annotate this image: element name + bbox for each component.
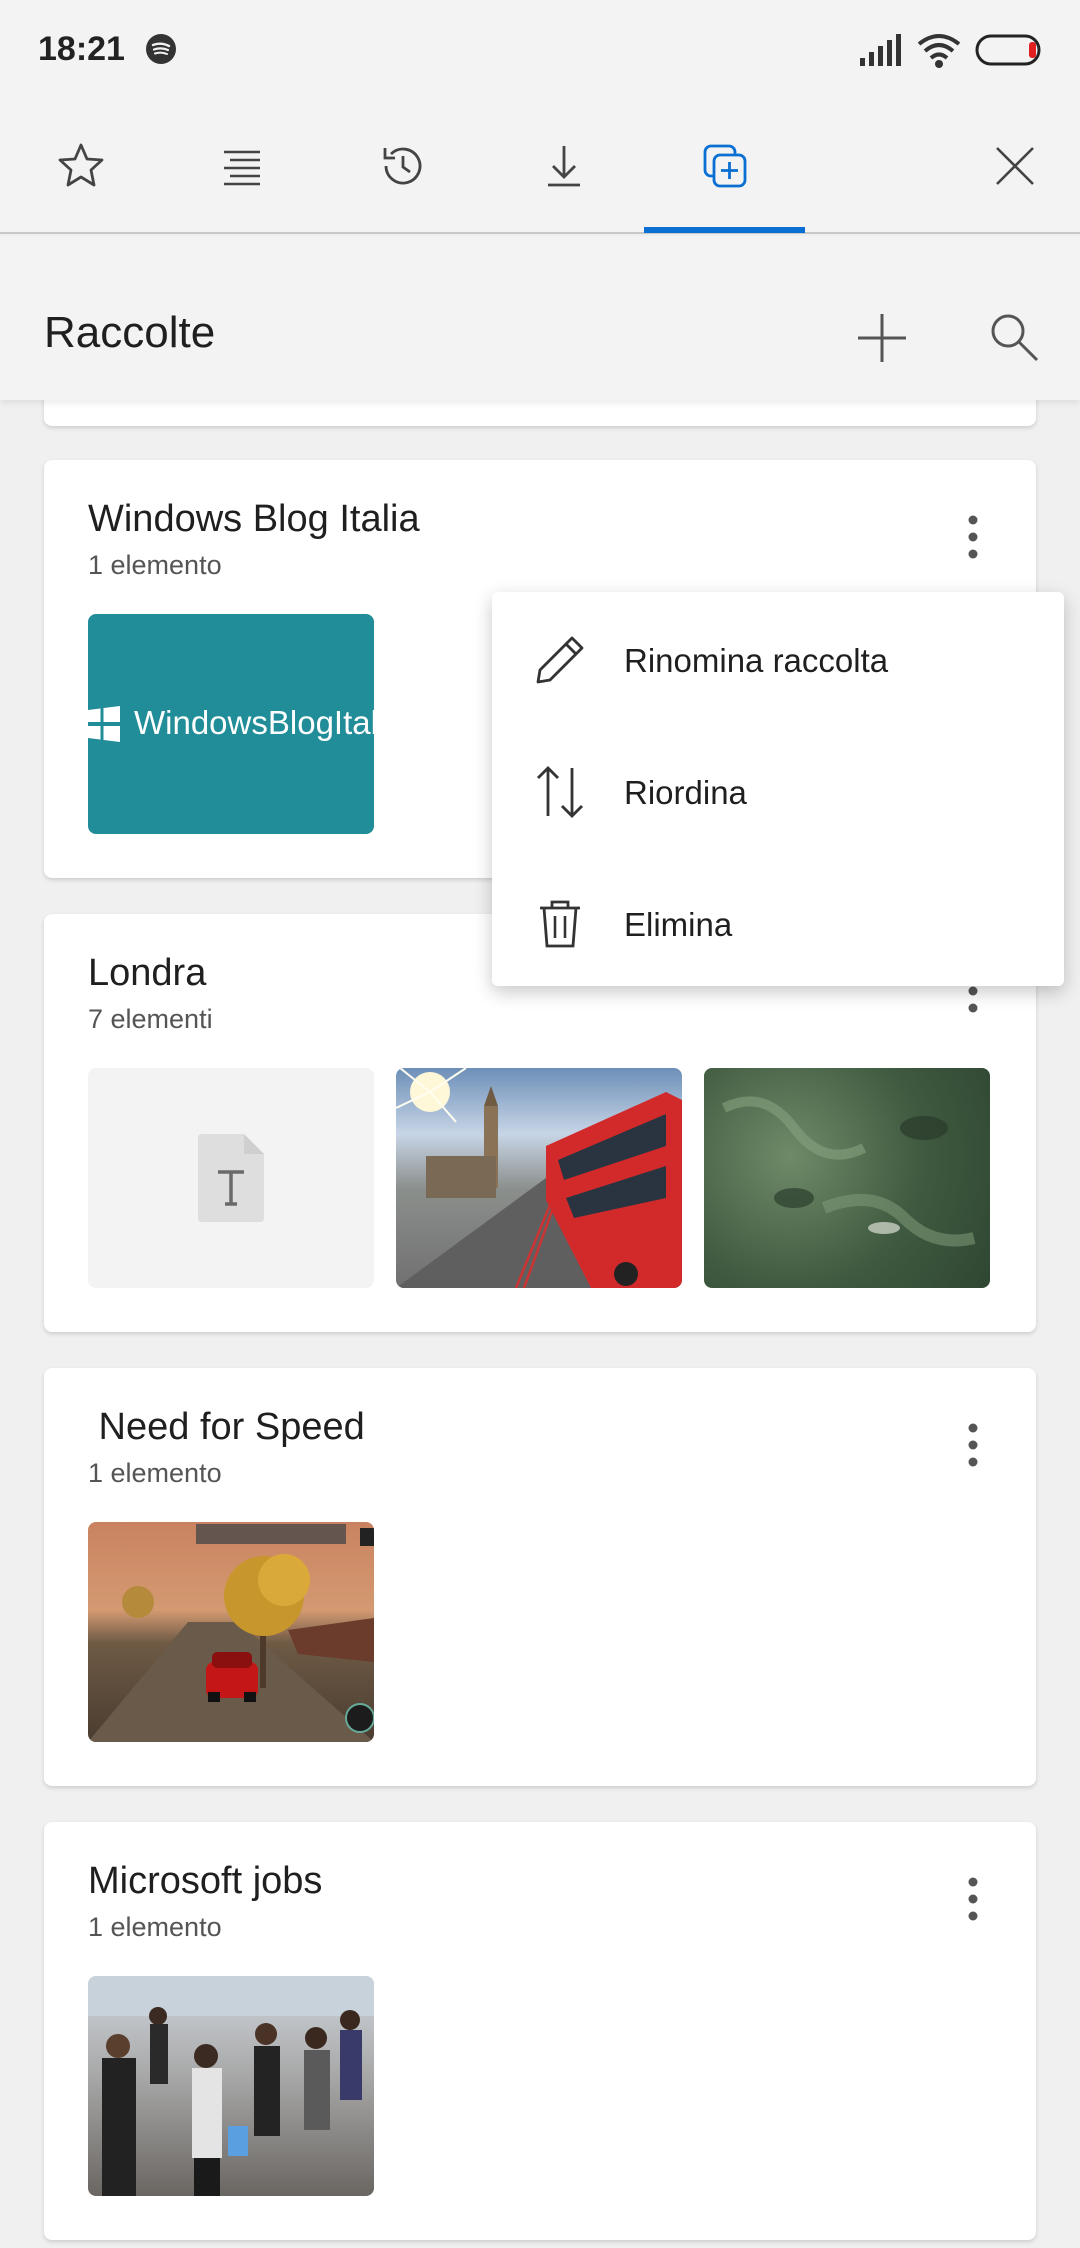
collection-count: 1 elemento [88,1912,222,1942]
status-bar: 18:21 [0,0,1080,100]
more-options-icon[interactable] [966,512,980,562]
trash-icon [540,900,580,948]
collection-card[interactable]: Need for Speed 1 elemento [44,1368,1036,1786]
context-menu: Rinomina raccolta Riordina Elimina [492,592,1064,986]
menu-item-label: Riordina [624,774,747,811]
thumbnail-logo-text: WindowsBlogItalia [134,704,374,741]
collection-count: 1 elemento [88,1458,222,1488]
windows-logo-icon [88,704,120,744]
star-icon [58,143,103,187]
battery-icon [975,34,1041,66]
tab-collections[interactable] [644,100,805,233]
london-street-photo [396,1068,682,1288]
collections-icon [703,144,746,188]
crowd-photo [88,1976,374,2196]
page-title: Raccolte [44,308,216,357]
collection-title: Need for Speed [88,1406,365,1448]
tab-bar [0,100,1080,234]
tab-reading-list[interactable] [161,100,322,232]
download-icon [547,146,580,187]
spotify-icon [146,34,176,64]
more-options-icon[interactable] [966,1420,980,1470]
collection-thumbnail[interactable] [88,1068,374,1288]
collection-card[interactable]: Microsoft jobs 1 elemento [44,1822,1036,2240]
collection-thumbnail[interactable] [88,1976,374,2196]
menu-item-delete[interactable]: Elimina [492,856,1064,988]
add-collection-icon[interactable] [852,308,912,368]
reorder-icon [537,766,583,818]
close-icon [995,147,1034,185]
collection-title: Windows Blog Italia [88,498,420,540]
menu-item-reorder[interactable]: Riordina [492,724,1064,856]
close-button[interactable] [934,100,1080,232]
search-icon[interactable] [985,308,1043,366]
signal-icon [860,34,901,66]
collection-count: 1 elemento [88,550,222,580]
menu-item-label: Elimina [624,906,733,943]
wifi-icon [917,34,961,68]
reading-list-icon [223,150,260,186]
collection-thumbnail[interactable] [396,1068,682,1288]
racing-game-screenshot [88,1524,374,1742]
menu-item-rename[interactable]: Rinomina raccolta [492,592,1064,724]
tab-downloads[interactable] [483,100,644,232]
text-document-icon [198,1134,264,1222]
collection-thumbnail[interactable] [704,1068,990,1288]
page-header: Raccolte [0,236,1080,400]
tab-history[interactable] [322,100,483,232]
collection-title: Microsoft jobs [88,1860,323,1902]
pencil-icon [536,636,584,684]
collection-title: Londra [88,952,207,994]
more-options-icon[interactable] [966,1874,980,1924]
history-icon [383,147,421,185]
collection-thumbnail[interactable] [88,1522,374,1742]
status-time: 18:21 [38,30,125,68]
collection-count: 7 elementi [88,1004,213,1034]
menu-item-label: Rinomina raccolta [624,642,889,679]
tab-favorites[interactable] [0,100,161,232]
satellite-map-photo [721,1096,976,1247]
collection-thumbnail[interactable]: WindowsBlogItalia [88,614,374,834]
